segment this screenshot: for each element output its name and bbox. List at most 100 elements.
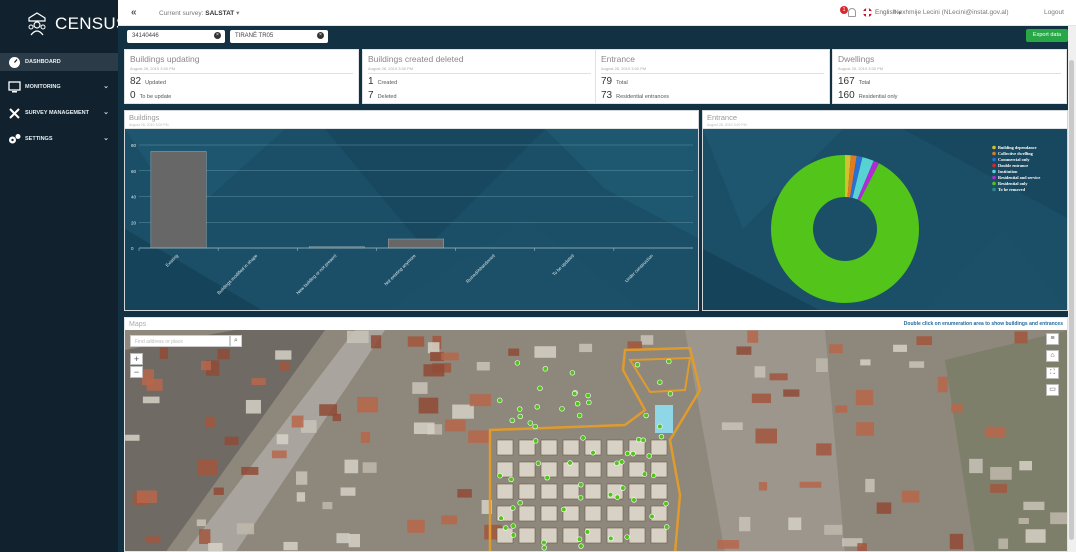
entrance-marker[interactable]: [517, 406, 523, 412]
entrance-marker[interactable]: [534, 404, 540, 410]
entrance-marker[interactable]: [574, 400, 581, 407]
entrance-marker[interactable]: [646, 453, 652, 459]
user-name[interactable]: Nexhmije Lecini (NLecini@instat.gov.al): [894, 9, 1009, 16]
entrance-marker[interactable]: [577, 495, 584, 501]
sidebar-item-label: Settings: [25, 136, 53, 142]
sidebar-item-monitoring[interactable]: Monitoring ⌄: [0, 78, 118, 96]
clear-icon[interactable]: ×: [214, 32, 221, 39]
bar[interactable]: [150, 151, 207, 249]
entrance-marker[interactable]: [561, 506, 567, 513]
entrance-marker[interactable]: [567, 460, 573, 466]
collapse-sidebar-button[interactable]: «: [131, 7, 137, 18]
sidebar-item-survey-management[interactable]: Survey management ⌄: [0, 104, 118, 122]
entrance-marker[interactable]: [542, 366, 549, 372]
entrance-marker[interactable]: [517, 500, 523, 506]
notifications-button[interactable]: 1: [840, 6, 860, 20]
map-building: [518, 505, 536, 522]
clear-icon[interactable]: ×: [317, 32, 324, 39]
entrance-marker[interactable]: [586, 399, 592, 406]
entrance-marker[interactable]: [498, 515, 504, 521]
entrance-marker[interactable]: [544, 474, 550, 481]
entrance-marker[interactable]: [590, 449, 596, 456]
map-search-input[interactable]: Find address or place: [130, 335, 230, 347]
area-name-select[interactable]: TIRANË TR05 ×: [230, 30, 328, 43]
export-data-button[interactable]: Export data: [1026, 29, 1068, 42]
entrance-marker[interactable]: [614, 494, 621, 500]
donut-slice[interactable]: [771, 155, 919, 303]
page-scrollbar[interactable]: [1068, 26, 1076, 552]
entrance-marker[interactable]: [643, 412, 649, 419]
entrance-marker[interactable]: [535, 460, 542, 466]
legend-label: Building dependance: [998, 145, 1037, 150]
entrance-marker[interactable]: [541, 545, 547, 551]
entrance-marker[interactable]: [569, 370, 576, 376]
entrance-marker[interactable]: [619, 459, 625, 465]
entrance-marker[interactable]: [503, 525, 509, 531]
entrance-marker[interactable]: [663, 500, 669, 507]
entrance-marker[interactable]: [510, 532, 517, 538]
entrance-marker[interactable]: [532, 423, 538, 430]
y-tick-label: 20: [131, 220, 137, 225]
entrance-marker[interactable]: [657, 423, 663, 430]
entrance-marker[interactable]: [667, 391, 674, 397]
entrance-marker[interactable]: [658, 433, 665, 440]
layers-icon[interactable]: ≡: [1046, 333, 1059, 345]
fullscreen-icon[interactable]: ⛶: [1046, 367, 1059, 379]
entrance-marker[interactable]: [532, 438, 539, 444]
entrance-marker[interactable]: [585, 392, 591, 399]
entrance-marker[interactable]: [559, 406, 565, 412]
entrance-marker[interactable]: [624, 534, 630, 540]
entrance-marker[interactable]: [537, 385, 543, 391]
entrance-marker[interactable]: [624, 450, 631, 457]
entrance-marker[interactable]: [666, 358, 672, 365]
map-building: [146, 378, 163, 391]
entrance-marker[interactable]: [580, 435, 586, 441]
entrance-marker[interactable]: [571, 390, 578, 397]
entrance-marker[interactable]: [631, 497, 637, 503]
home-icon[interactable]: ⌂: [1046, 350, 1059, 362]
measure-icon[interactable]: ▭: [1046, 384, 1059, 396]
zoom-out-button[interactable]: −: [130, 366, 143, 378]
entrance-marker[interactable]: [630, 450, 636, 457]
entrance-marker[interactable]: [657, 379, 663, 385]
survey-selector[interactable]: Current survey: SALSTAT ▾: [159, 9, 239, 17]
entrance-marker[interactable]: [634, 361, 641, 368]
entrance-marker[interactable]: [578, 543, 584, 549]
sidebar-item-dashboard[interactable]: Dashboard: [0, 53, 118, 71]
zoom-in-button[interactable]: +: [130, 353, 143, 365]
app-logo[interactable]: CENSUS: [24, 10, 128, 38]
bar[interactable]: [388, 238, 444, 249]
entrance-marker[interactable]: [576, 412, 583, 419]
scrollbar-thumb[interactable]: [1069, 60, 1074, 540]
entrance-marker[interactable]: [640, 437, 646, 443]
entrance-marker[interactable]: [514, 360, 521, 366]
entrance-marker[interactable]: [614, 460, 620, 466]
entrance-marker[interactable]: [527, 420, 533, 426]
entrance-marker[interactable]: [649, 513, 655, 520]
area-code-select[interactable]: 34140446 ×: [127, 30, 225, 43]
entrance-marker[interactable]: [517, 413, 523, 420]
entrance-marker[interactable]: [607, 491, 614, 498]
entrance-marker[interactable]: [578, 481, 584, 488]
entrance-marker[interactable]: [636, 436, 642, 443]
entrance-marker[interactable]: [664, 524, 670, 530]
entrance-marker[interactable]: [650, 472, 657, 479]
entrance-marker[interactable]: [576, 536, 583, 542]
entrance-marker[interactable]: [510, 505, 516, 511]
entrance-marker[interactable]: [541, 539, 547, 546]
entrance-marker[interactable]: [497, 473, 503, 479]
entrance-marker[interactable]: [510, 523, 516, 529]
search-icon[interactable]: ⌕: [230, 335, 242, 347]
map-building: [855, 389, 874, 406]
entrance-marker[interactable]: [497, 397, 503, 404]
entrance-marker[interactable]: [608, 535, 614, 542]
entrance-marker[interactable]: [641, 471, 648, 477]
sidebar-item-settings[interactable]: Settings ⌄: [0, 130, 118, 148]
x-tick-label: Not existing anymore: [383, 253, 417, 287]
logout-link[interactable]: Logout: [1044, 9, 1064, 16]
entrance-marker[interactable]: [584, 529, 591, 535]
entrance-marker[interactable]: [508, 476, 514, 483]
entrance-marker[interactable]: [620, 485, 626, 491]
entrance-marker[interactable]: [509, 417, 515, 424]
satellite-map[interactable]: Find address or place ⌕ + − ≡ ⌂ ⛶ ▭: [125, 330, 1067, 551]
